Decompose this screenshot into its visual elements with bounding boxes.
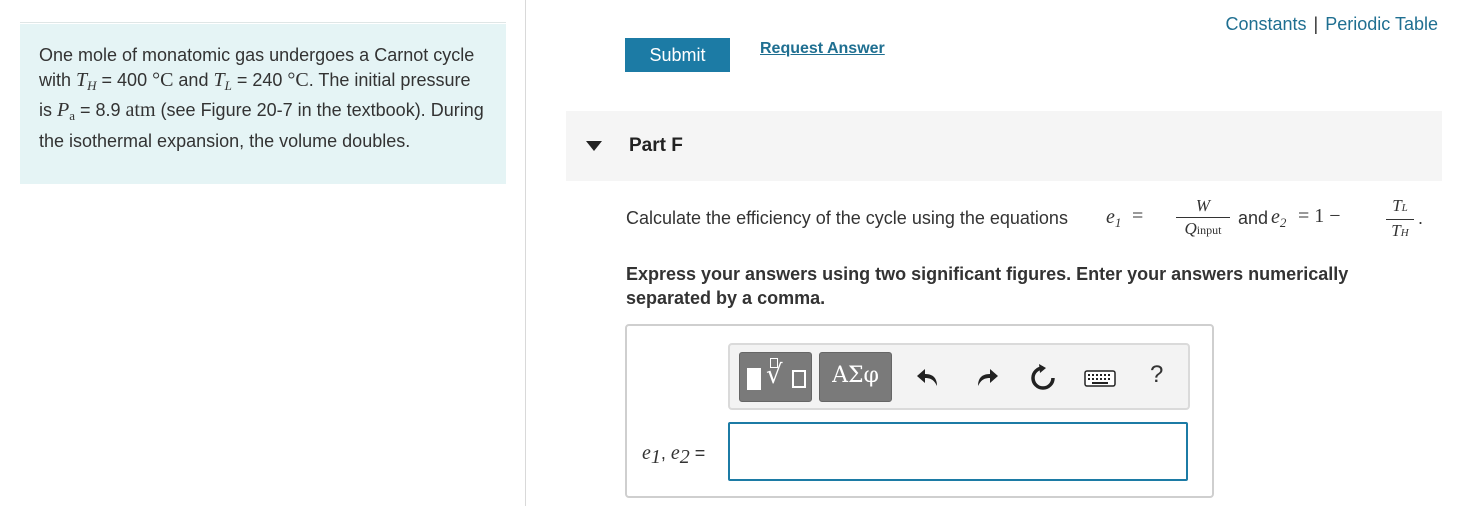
answer-input[interactable]	[728, 422, 1188, 481]
collapse-caret-icon[interactable]	[586, 141, 602, 151]
constants-link[interactable]: Constants	[1225, 14, 1306, 34]
resource-links: Constants | Periodic Table	[1225, 14, 1438, 35]
help-button[interactable]: ?	[1150, 361, 1163, 389]
keyboard-icon	[1084, 370, 1116, 387]
redo-button[interactable]	[970, 362, 1002, 394]
e1-symbol: e1	[1106, 206, 1122, 230]
undo-icon	[917, 369, 937, 386]
keyboard-button[interactable]	[1082, 362, 1118, 394]
and-text: and	[1238, 208, 1269, 228]
templates-button[interactable]: √	[739, 352, 812, 402]
greek-symbols-button[interactable]: ΑΣφ	[819, 352, 892, 402]
question-intro: Calculate the efficiency of the cycle us…	[626, 208, 1068, 228]
fraction-tl-over-th: TL TH	[1386, 196, 1414, 243]
answer-container: √ ΑΣφ ? e1, e2 =	[625, 324, 1214, 498]
undo-button[interactable]	[913, 362, 945, 394]
problem-text: One mole of monatomic gas undergoes a Ca…	[39, 45, 484, 151]
one-minus: = 1 −	[1298, 205, 1341, 227]
part-title: Part F	[629, 135, 683, 156]
e2-symbol: e2	[1271, 206, 1287, 230]
problem-panel-top-rule	[20, 22, 506, 23]
answer-label: e1, e2 =	[642, 442, 706, 468]
part-f-header[interactable]: Part F	[566, 111, 1442, 181]
answer-instructions: Express your answers using two significa…	[626, 264, 1349, 308]
equals-sign: =	[1132, 205, 1144, 227]
reset-icon	[1031, 364, 1055, 390]
link-separator: |	[1313, 14, 1319, 34]
period: .	[1418, 208, 1424, 228]
fraction-w-over-qinput: W Qinput	[1176, 196, 1230, 240]
request-answer-link[interactable]: Request Answer	[760, 40, 885, 58]
column-divider	[525, 0, 526, 506]
periodic-table-link[interactable]: Periodic Table	[1325, 14, 1438, 34]
submit-button[interactable]: Submit	[625, 38, 730, 72]
problem-statement-panel: One mole of monatomic gas undergoes a Ca…	[20, 24, 506, 184]
math-toolbar: √ ΑΣφ ?	[728, 343, 1190, 410]
redo-icon	[978, 369, 998, 386]
reset-button[interactable]	[1027, 362, 1059, 394]
